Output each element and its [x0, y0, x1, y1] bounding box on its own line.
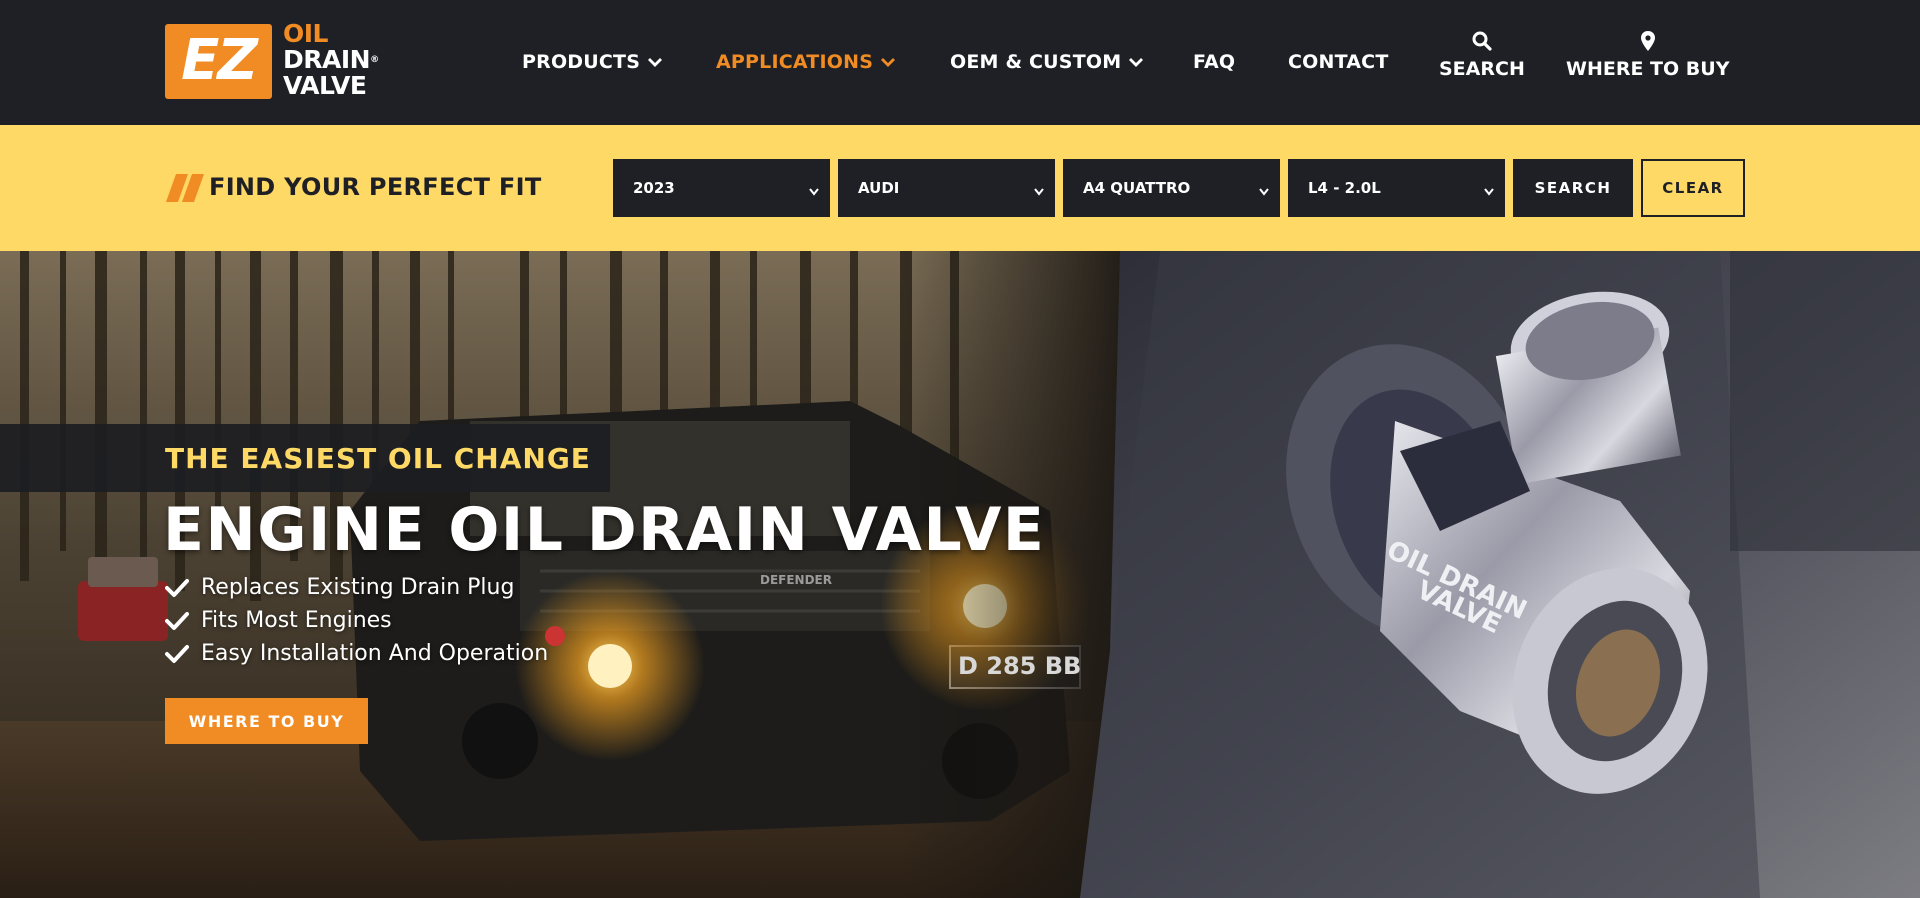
nav-oem-custom[interactable]: OEM & CUSTOM — [950, 50, 1144, 74]
nav-faq[interactable]: FAQ — [1193, 50, 1235, 74]
hero-where-to-buy-button[interactable]: WHERE TO BUY — [165, 698, 368, 744]
site-logo[interactable]: EZ OIL DRAIN® VALVE — [165, 21, 379, 100]
vehicle-fit-bar: FIND YOUR PERFECT FIT 2023 AUDI A4 QUATT… — [0, 125, 1920, 251]
feature-text: Easy Installation And Operation — [201, 641, 549, 666]
fit-clear-button[interactable]: CLEAR — [1641, 159, 1745, 217]
slash-accent-icon — [166, 174, 206, 202]
engine-select[interactable]: L4 - 2.0L — [1288, 159, 1505, 217]
chevron-down-icon — [880, 56, 896, 68]
nav-faq-label: FAQ — [1193, 51, 1236, 73]
checkmark-icon — [165, 644, 189, 664]
license-plate-text: D 285 BB — [958, 652, 1081, 680]
chevron-down-icon — [647, 56, 663, 68]
chevron-down-icon — [808, 183, 820, 196]
nav-applications[interactable]: APPLICATIONS — [716, 50, 896, 74]
feature-item: Replaces Existing Drain Plug — [165, 571, 548, 604]
chevron-down-icon — [1128, 56, 1144, 68]
logo-line-3: VALVE — [283, 71, 367, 100]
nav-contact[interactable]: CONTACT — [1288, 50, 1389, 74]
fit-search-button[interactable]: SEARCH — [1513, 159, 1633, 217]
checkmark-icon — [165, 578, 189, 598]
fit-bar-title: FIND YOUR PERFECT FIT — [209, 173, 542, 201]
logo-mark: EZ — [165, 24, 272, 99]
make-select-value: AUDI — [858, 179, 900, 197]
chevron-down-icon — [1483, 183, 1495, 196]
feature-text: Fits Most Engines — [201, 608, 392, 633]
site-header: EZ OIL DRAIN® VALVE PRODUCTS APPLICATION… — [0, 0, 1920, 125]
model-select-value: A4 QUATTRO — [1083, 179, 1191, 197]
nav-products[interactable]: PRODUCTS — [522, 50, 663, 74]
engine-select-value: L4 - 2.0L — [1308, 179, 1381, 197]
logo-wordmark: OIL DRAIN® VALVE — [283, 21, 383, 99]
nav-search[interactable]: SEARCH — [1439, 30, 1525, 80]
chevron-down-icon — [1258, 183, 1270, 196]
feature-list: Replaces Existing Drain Plug Fits Most E… — [165, 571, 548, 670]
hero-headline: ENGINE OIL DRAIN VALVE — [163, 495, 1046, 565]
model-select[interactable]: A4 QUATTRO — [1063, 159, 1280, 217]
logo-mark-text: EZ — [181, 28, 258, 93]
nav-oem-custom-label: OEM & CUSTOM — [950, 51, 1122, 73]
nav-products-label: PRODUCTS — [522, 51, 641, 73]
logo-line-1: OIL — [283, 19, 328, 48]
grille-badge-text: DEFENDER — [760, 573, 832, 587]
nav-where-to-buy[interactable]: WHERE TO BUY — [1566, 30, 1729, 80]
nav-applications-label: APPLICATIONS — [716, 51, 874, 73]
hero-banner: OIL DRAIN VALVE D 285 BB DEFENDER THE EA… — [0, 251, 1920, 898]
logo-line-2: DRAIN® — [283, 45, 379, 74]
checkmark-icon — [165, 611, 189, 631]
make-select[interactable]: AUDI — [838, 159, 1055, 217]
nav-search-label: SEARCH — [1439, 58, 1525, 80]
nav-contact-label: CONTACT — [1288, 51, 1389, 73]
year-select[interactable]: 2023 — [613, 159, 830, 217]
chevron-down-icon — [1033, 183, 1045, 196]
feature-item: Easy Installation And Operation — [165, 637, 548, 670]
feature-item: Fits Most Engines — [165, 604, 548, 637]
hero-tagline: THE EASIEST OIL CHANGE — [165, 442, 591, 475]
year-select-value: 2023 — [633, 179, 675, 197]
search-icon — [1439, 30, 1525, 52]
registered-mark: ® — [370, 55, 379, 65]
map-pin-icon — [1566, 30, 1729, 52]
feature-text: Replaces Existing Drain Plug — [201, 575, 515, 600]
nav-where-to-buy-label: WHERE TO BUY — [1566, 58, 1730, 80]
